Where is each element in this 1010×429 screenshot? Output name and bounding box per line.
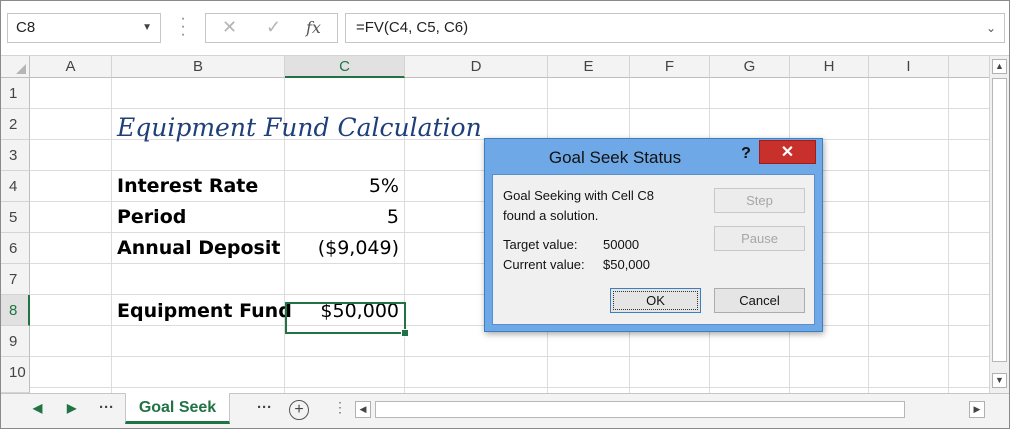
more-options-icon[interactable]: · · · (179, 11, 187, 43)
chevron-down-icon[interactable]: ▼ (142, 14, 152, 42)
column-header-g[interactable]: G (710, 56, 790, 78)
cell-b4[interactable]: Interest Rate (117, 171, 258, 202)
name-box-value: C8 (16, 19, 36, 36)
gridline (30, 108, 989, 109)
target-value-row: Target value: 50000 (503, 235, 639, 255)
sheet-more-right[interactable]: ··· (257, 399, 272, 416)
status-line-1: Goal Seeking with Cell C8 (503, 188, 655, 203)
row-header-5[interactable]: 5 (1, 202, 30, 233)
scroll-left-icon[interactable]: ◀ (355, 401, 371, 418)
dialog-title: Goal Seek Status (548, 148, 682, 167)
active-cell-border[interactable] (285, 302, 409, 337)
cell-b6[interactable]: Annual Deposit (117, 233, 280, 264)
row-header-2[interactable]: 2 (1, 109, 30, 140)
cell-c5[interactable]: 5 (285, 202, 399, 233)
ok-button[interactable]: OK (610, 288, 701, 313)
dialog-body: Goal Seeking with Cell C8 found a soluti… (492, 174, 815, 325)
gridline (948, 78, 949, 393)
scroll-down-icon[interactable]: ▼ (992, 373, 1007, 388)
row-header-7[interactable]: 7 (1, 264, 30, 295)
next-sheet-icon[interactable]: ▶ (67, 401, 76, 415)
help-icon[interactable]: ? (735, 143, 757, 165)
sheet-tab-bar: ◀ ▶ ··· Goal Seek ··· + ⋮ ◀ ▶ (1, 393, 1009, 428)
prev-sheet-icon[interactable]: ◀ (33, 401, 42, 415)
close-icon[interactable]: ✕ (759, 140, 816, 164)
scroll-right-icon[interactable]: ▶ (969, 401, 985, 418)
gridline (868, 78, 869, 393)
enter-icon[interactable]: ✓ (266, 17, 281, 38)
column-header-b[interactable]: B (112, 56, 285, 78)
name-box[interactable]: C8 ▼ (7, 13, 161, 43)
cancel-button[interactable]: Cancel (714, 288, 805, 313)
horizontal-scrollbar[interactable]: ◀ ▶ (355, 401, 987, 418)
column-header-f[interactable]: F (630, 56, 710, 78)
row-header-8[interactable]: 8 (1, 295, 30, 326)
horizontal-scroll-thumb[interactable] (375, 401, 905, 418)
column-header-i[interactable]: I (869, 56, 949, 78)
select-all-corner[interactable] (1, 56, 30, 78)
formula-text: =FV(C4, C5, C6) (356, 19, 469, 36)
row-header-1[interactable]: 1 (1, 78, 30, 109)
row-header-10[interactable]: 10 (1, 357, 30, 393)
target-value-label: Target value: (503, 237, 578, 252)
sheet-more-left[interactable]: ··· (99, 399, 114, 416)
current-value-row: Current value: $50,000 (503, 255, 650, 275)
formula-buttons: ✕ ✓ fx (205, 13, 338, 43)
gridline (30, 356, 989, 357)
row-header-9[interactable]: 9 (1, 326, 30, 357)
vertical-scrollbar[interactable]: ▲ ▼ (989, 56, 1009, 393)
row-header-4[interactable]: 4 (1, 171, 30, 202)
column-header-a[interactable]: A (30, 56, 112, 78)
cell-b2-title[interactable]: Equipment Fund Calculation (117, 112, 482, 143)
excel-window: C8 ▼ · · · ✕ ✓ fx =FV(C4, C5, C6) ⌄ A B C … (0, 0, 1010, 429)
column-header-h[interactable]: H (790, 56, 869, 78)
step-button[interactable]: Step (714, 188, 805, 213)
column-header-e[interactable]: E (548, 56, 630, 78)
pause-button[interactable]: Pause (714, 226, 805, 251)
tab-splitter-icon[interactable]: ⋮ (333, 399, 347, 416)
row-header-6[interactable]: 6 (1, 233, 30, 264)
cell-b8[interactable]: Equipment Fund (117, 296, 292, 327)
expand-formula-icon[interactable]: ⌄ (986, 14, 996, 42)
current-value: $50,000 (603, 257, 650, 272)
column-header-partial[interactable] (949, 56, 989, 78)
gridline (111, 78, 112, 393)
sheet-tab-goal-seek[interactable]: Goal Seek (125, 393, 230, 424)
status-message: Goal Seeking with Cell C8 found a soluti… (503, 186, 654, 226)
target-value: 50000 (603, 237, 640, 252)
current-value-label: Current value: (503, 257, 585, 272)
cell-b5[interactable]: Period (117, 202, 186, 233)
cell-c4[interactable]: 5% (285, 171, 399, 202)
scroll-up-icon[interactable]: ▲ (992, 59, 1007, 74)
row-header-3[interactable]: 3 (1, 140, 30, 171)
insert-function-icon[interactable]: fx (306, 18, 321, 37)
column-header-d[interactable]: D (405, 56, 548, 78)
vertical-scroll-thumb[interactable] (992, 78, 1007, 362)
cancel-icon[interactable]: ✕ (222, 17, 237, 38)
column-header-c[interactable]: C (285, 56, 405, 78)
goal-seek-status-dialog: Goal Seek Status ? ✕ Goal Seeking with C… (484, 138, 823, 332)
status-line-2: found a solution. (503, 208, 599, 223)
formula-input[interactable]: =FV(C4, C5, C6) ⌄ (345, 13, 1005, 43)
cell-c6[interactable]: ($9,049) (285, 233, 399, 264)
add-sheet-icon[interactable]: + (289, 400, 309, 420)
gridline (30, 387, 989, 388)
formula-bar: C8 ▼ · · · ✕ ✓ fx =FV(C4, C5, C6) ⌄ (1, 1, 1009, 56)
